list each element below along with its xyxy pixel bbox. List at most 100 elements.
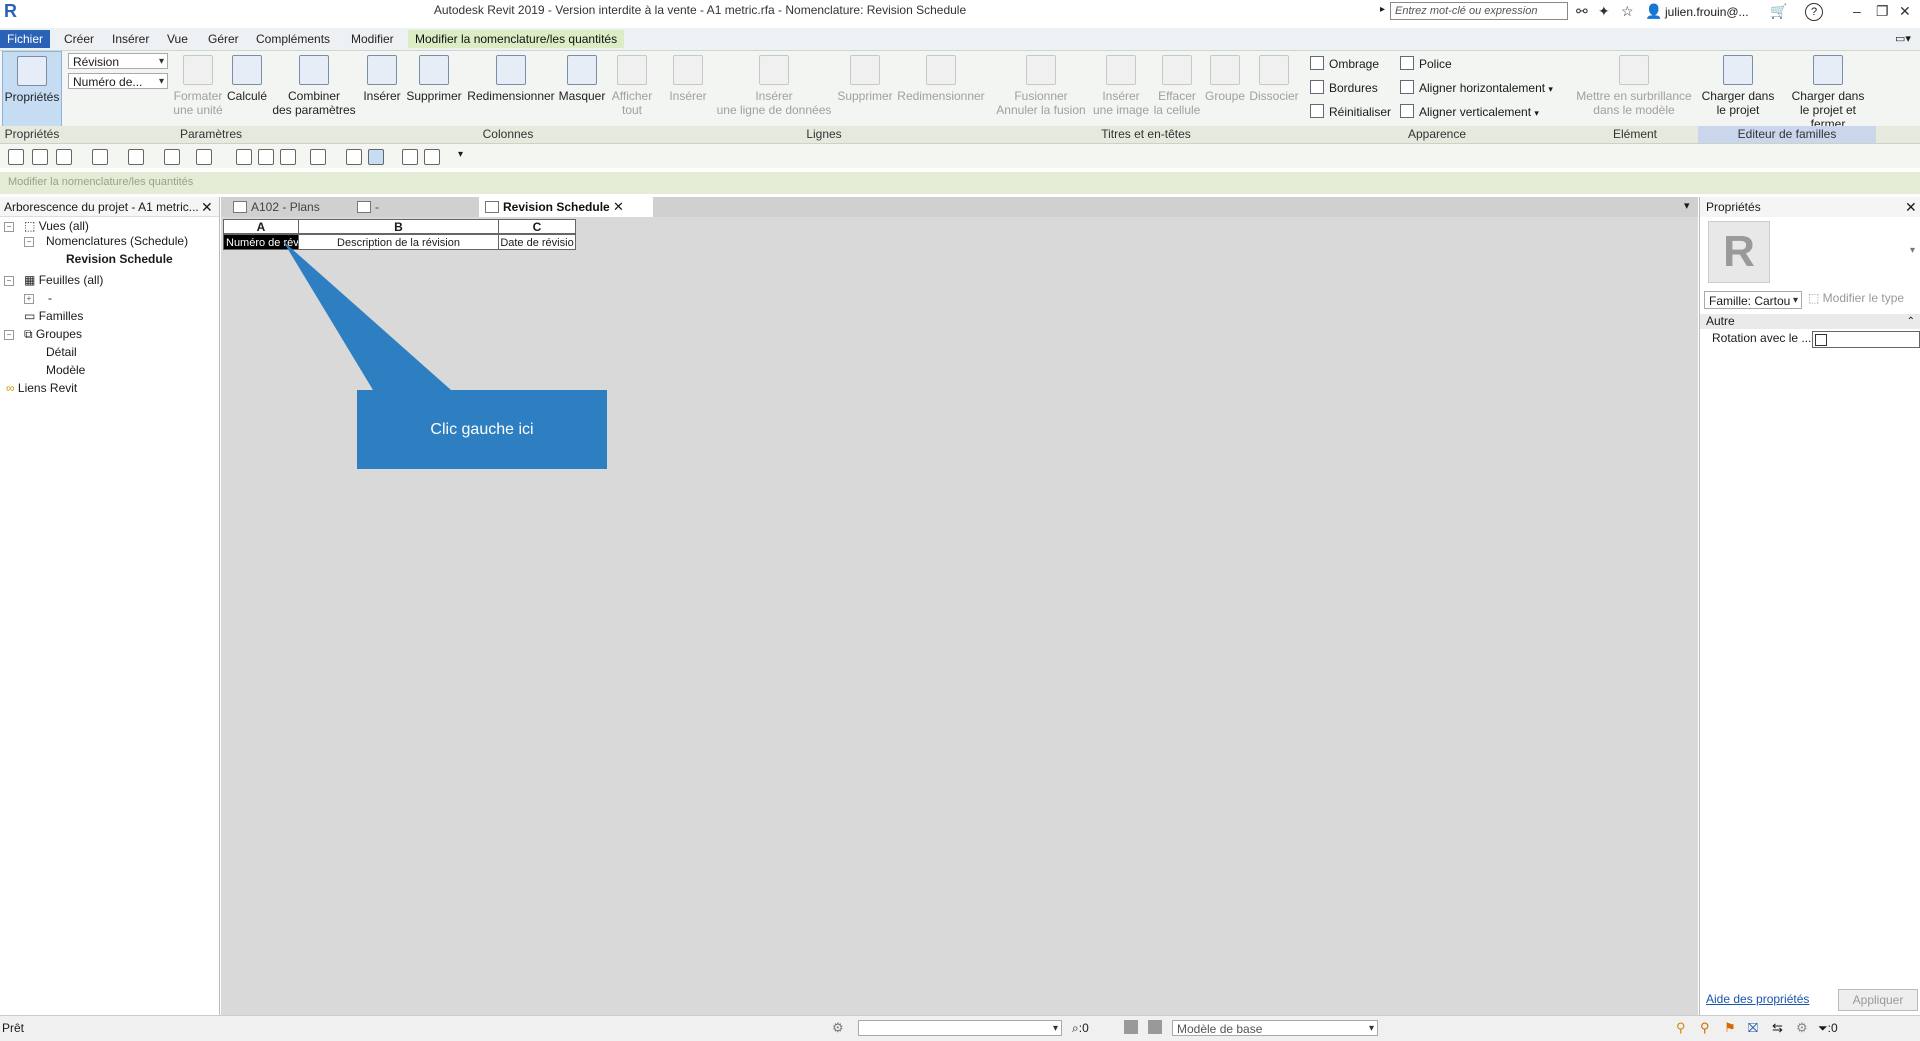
section-icon[interactable]	[346, 149, 362, 165]
groupe-button[interactable]: Groupe	[1202, 51, 1248, 103]
tab-complements[interactable]: Compléments	[249, 30, 337, 48]
editable-count[interactable]: ⌕:0	[1072, 1021, 1089, 1036]
favorites-star-icon[interactable]: ☆	[1621, 3, 1634, 20]
tab-inserer[interactable]: Insérer	[105, 30, 156, 48]
charger-projet-fermer-button[interactable]: Charger dans le projet et fermer	[1782, 51, 1874, 131]
save-icon[interactable]	[32, 149, 48, 165]
property-value-rotation[interactable]	[1812, 331, 1920, 348]
mettre-en-surbrillance-button[interactable]: Mettre en surbrillance dans le modèle	[1572, 51, 1696, 117]
inserer-colonne-button[interactable]: Insérer	[362, 51, 402, 103]
property-group-autre[interactable]: Autre ⌃	[1700, 314, 1920, 329]
print-icon[interactable]	[164, 149, 180, 165]
supprimer-ligne-button[interactable]: Supprimer	[834, 51, 896, 103]
restore-icon[interactable]: ❐	[1876, 3, 1889, 20]
fusionner-button[interactable]: Fusionner Annuler la fusion	[994, 51, 1088, 117]
aligner-horizontalement-button[interactable]: Aligner horizontalement ▾	[1400, 79, 1553, 97]
charger-projet-button[interactable]: Charger dans le projet	[1698, 51, 1778, 117]
bordures-button[interactable]: Bordures	[1310, 79, 1378, 97]
apply-button[interactable]: Appliquer	[1838, 989, 1918, 1011]
tree-node-sheet[interactable]: -	[48, 290, 52, 306]
redimensionner-colonne-button[interactable]: Redimensionner	[466, 51, 556, 103]
type-selector-arrow-icon[interactable]: ▾	[1910, 245, 1915, 256]
edit-type-button[interactable]: ⬚ Modifier le type	[1808, 291, 1904, 305]
dimension-icon[interactable]	[236, 149, 252, 165]
user-icon[interactable]: 👤	[1645, 3, 1662, 20]
3d-view-icon[interactable]	[310, 149, 326, 165]
proprietes-button[interactable]: Propriétés	[2, 51, 62, 127]
select-links-icon[interactable]: ⚲	[1676, 1020, 1686, 1036]
tree-node-groupes[interactable]: ⧉ Groupes	[24, 326, 82, 342]
parameter-category-dropdown[interactable]: Révision	[68, 53, 168, 70]
tree-node-vues[interactable]: ⬚ Vues (all)	[24, 218, 89, 234]
dissocier-button[interactable]: Dissocier	[1248, 51, 1300, 103]
tree-node-feuilles[interactable]: ▦ Feuilles (all)	[24, 272, 103, 288]
select-underlay-icon[interactable]: ⚲	[1700, 1020, 1710, 1036]
filter-count[interactable]: ⏷:0	[1818, 1021, 1838, 1036]
collapse-icon[interactable]: −	[4, 276, 14, 286]
search-input[interactable]: Entrez mot-clé ou expression	[1390, 2, 1568, 20]
tree-node-nomenclatures[interactable]: Nomenclatures (Schedule)	[46, 233, 188, 249]
binoculars-icon[interactable]: ⚯	[1576, 3, 1588, 20]
worksharing-icon[interactable]: ⚙	[832, 1020, 844, 1036]
tree-node-modele[interactable]: Modèle	[46, 362, 85, 378]
text-icon[interactable]	[280, 149, 296, 165]
thin-lines-icon[interactable]	[368, 149, 384, 165]
inserer-ligne-button[interactable]: Insérer	[664, 51, 712, 103]
effacer-cellule-button[interactable]: Effacer la cellule	[1152, 51, 1202, 117]
drag-elements-icon[interactable]: ⇆	[1772, 1020, 1783, 1036]
connect-icon[interactable]: ✦	[1598, 3, 1610, 20]
ribbon-options-icon[interactable]: ▭▾	[1895, 32, 1911, 45]
select-pinned-icon[interactable]: ⚑	[1724, 1020, 1736, 1036]
afficher-tout-button[interactable]: Afficher tout	[608, 51, 656, 117]
properties-help-link[interactable]: Aide des propriétés	[1706, 992, 1809, 1006]
redo-icon[interactable]	[128, 149, 144, 165]
tab-gerer[interactable]: Gérer	[201, 30, 246, 48]
tree-node-liens-revit[interactable]: ∞ Liens Revit	[6, 380, 77, 396]
tab-list-icon[interactable]: ▾	[1684, 199, 1690, 212]
undo-icon[interactable]	[92, 149, 108, 165]
customize-qat-icon[interactable]: ▾	[458, 149, 463, 160]
tag-icon[interactable]	[258, 149, 274, 165]
masquer-button[interactable]: Masquer	[556, 51, 608, 103]
calcule-button[interactable]: Calculé	[224, 51, 270, 103]
select-by-face-icon[interactable]: ⛝	[1748, 1020, 1758, 1036]
police-button[interactable]: Police	[1400, 55, 1452, 73]
background-process-icon[interactable]: ⚙	[1796, 1020, 1808, 1036]
tab-creer[interactable]: Créer	[57, 30, 101, 48]
collapse-icon[interactable]: −	[24, 237, 34, 247]
model-icon[interactable]	[1148, 1020, 1162, 1034]
combiner-parametres-button[interactable]: Combiner des paramètres	[272, 51, 356, 117]
aligner-verticalement-button[interactable]: Aligner verticalement ▾	[1400, 103, 1539, 121]
tab-vue[interactable]: Vue	[160, 30, 195, 48]
rotation-checkbox[interactable]	[1815, 334, 1827, 346]
close-hidden-icon[interactable]	[402, 149, 418, 165]
tab-modifier[interactable]: Modifier	[344, 30, 401, 48]
redimensionner-ligne-button[interactable]: Redimensionner	[896, 51, 986, 103]
cart-icon[interactable]: 🛒	[1770, 3, 1787, 20]
close-icon[interactable]: ✕	[201, 199, 213, 216]
design-option-dropdown[interactable]: Modèle de base	[1172, 1020, 1378, 1037]
tab-modifier-nomenclature[interactable]: Modifier la nomenclature/les quantités	[408, 30, 625, 48]
tree-node-revision-schedule[interactable]: Revision Schedule	[66, 251, 173, 267]
tab-fichier[interactable]: Fichier	[0, 30, 51, 48]
collapse-icon[interactable]: −	[4, 222, 14, 232]
measure-icon[interactable]	[196, 149, 212, 165]
inserer-image-button[interactable]: Insérer une image	[1090, 51, 1152, 117]
inserer-ligne-donnees-button[interactable]: Insérer une ligne de données	[714, 51, 834, 117]
user-name[interactable]: julien.frouin@...	[1665, 5, 1749, 19]
supprimer-colonne-button[interactable]: Supprimer	[404, 51, 464, 103]
formater-unite-button[interactable]: Formater une unité	[170, 51, 226, 117]
close-icon[interactable]: ✕	[1905, 199, 1917, 216]
collapse-icon[interactable]: −	[4, 330, 14, 340]
help-button[interactable]: ?	[1805, 3, 1823, 21]
workset-dropdown[interactable]	[858, 1020, 1062, 1037]
tree-node-detail[interactable]: Détail	[46, 344, 77, 360]
open-icon[interactable]	[8, 149, 24, 165]
reinitialiser-button[interactable]: Réinitialiser	[1310, 103, 1391, 121]
minimize-icon[interactable]: –	[1853, 3, 1861, 19]
tree-node-familles[interactable]: ▭ Familles	[24, 308, 83, 324]
search-arrow-icon[interactable]: ▸	[1380, 4, 1385, 15]
switch-windows-icon[interactable]	[424, 149, 440, 165]
family-dropdown[interactable]: Famille: Cartou	[1704, 291, 1802, 310]
ombrage-button[interactable]: Ombrage	[1310, 55, 1379, 73]
